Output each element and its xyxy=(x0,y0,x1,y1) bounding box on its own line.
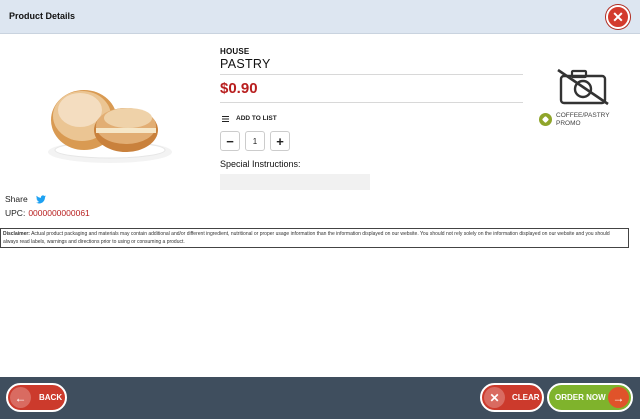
upc-row: UPC: 0000000000061 xyxy=(5,208,90,218)
disclaimer-label: Disclaimer: xyxy=(3,231,30,237)
close-icon: ✕ xyxy=(612,9,624,25)
tag-icon xyxy=(539,113,552,126)
twitter-icon[interactable] xyxy=(35,194,46,204)
back-button[interactable]: ← BACK xyxy=(6,383,67,412)
disclaimer-box: Disclaimer: Actual product packaging and… xyxy=(0,228,629,248)
special-instructions-label: Special Instructions: xyxy=(220,159,301,169)
share-label: Share xyxy=(5,194,28,204)
close-icon: ✕ xyxy=(484,387,505,408)
product-name: PASTRY xyxy=(220,57,271,71)
close-button[interactable]: ✕ xyxy=(606,5,630,29)
share-row: Share xyxy=(5,194,46,204)
special-instructions-input[interactable] xyxy=(220,174,370,190)
quantity-field[interactable]: 1 xyxy=(245,131,265,151)
add-to-list-label: ADD TO LIST xyxy=(236,115,277,122)
arrow-right-icon: → xyxy=(608,387,629,408)
page-title: Product Details xyxy=(9,11,76,21)
upc-value: 0000000000061 xyxy=(28,208,90,218)
back-label: BACK xyxy=(39,393,63,402)
header-bar: Product Details ✕ xyxy=(0,0,640,34)
decrement-button[interactable]: − xyxy=(220,131,240,151)
promo-label: COFFEE/PASTRY PROMO xyxy=(556,112,610,127)
list-icon xyxy=(222,115,229,122)
increment-button[interactable]: + xyxy=(270,131,290,151)
product-price: $0.90 xyxy=(220,80,258,97)
divider xyxy=(220,102,523,103)
product-brand: HOUSE xyxy=(220,47,250,56)
footer-bar xyxy=(0,377,640,419)
order-now-label: ORDER NOW xyxy=(555,393,606,402)
disclaimer-text: Actual product packaging and materials m… xyxy=(3,231,610,245)
no-image-camera-icon xyxy=(557,68,609,106)
promo-link[interactable]: COFFEE/PASTRY PROMO xyxy=(539,112,616,128)
add-to-list-button[interactable]: ADD TO LIST xyxy=(222,115,277,122)
order-now-button[interactable]: ORDER NOW → xyxy=(547,383,633,412)
divider xyxy=(220,74,523,75)
upc-label: UPC: xyxy=(5,208,26,218)
arrow-left-icon: ← xyxy=(10,387,31,408)
clear-button[interactable]: ✕ CLEAR xyxy=(480,383,544,412)
product-image xyxy=(48,90,172,163)
clear-label: CLEAR xyxy=(512,393,540,402)
